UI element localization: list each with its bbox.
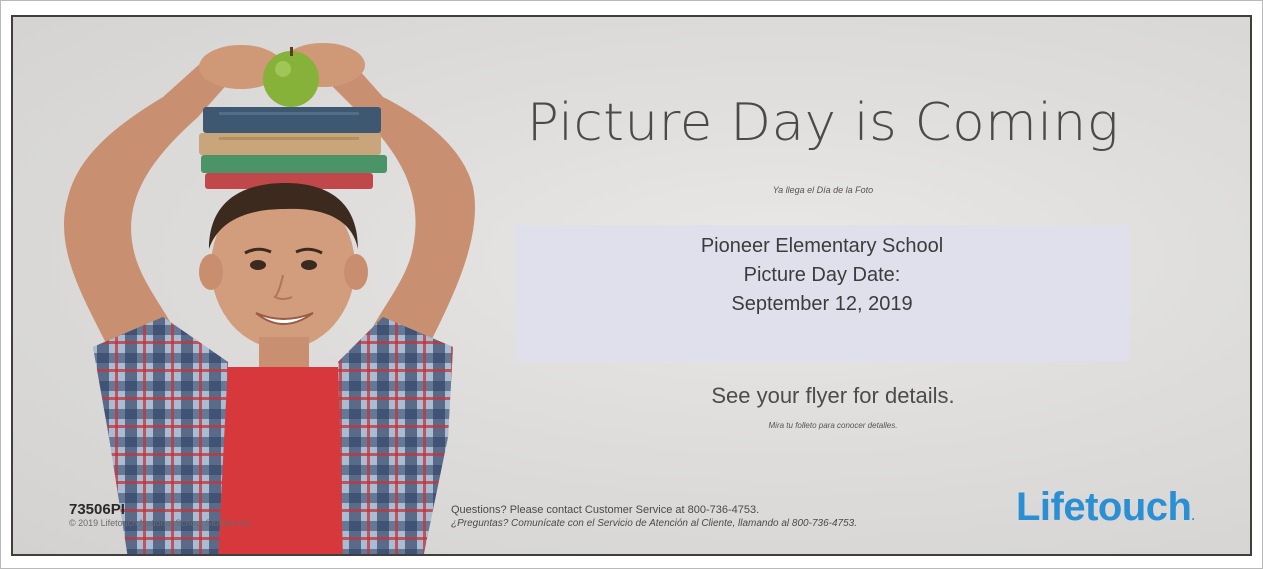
picture-day-info-box: Pioneer Elementary School Picture Day Da…	[515, 225, 1129, 361]
boy-with-books-and-apple-photo	[63, 43, 475, 554]
poster-headline: Picture Day is Coming	[526, 93, 1120, 153]
customer-service-english: Questions? Please contact Customer Servi…	[451, 504, 760, 516]
school-name: Pioneer Elementary School	[700, 235, 944, 257]
customer-service-info: Questions? Please contact Customer Servi…	[451, 503, 971, 531]
poster-code: 73506PI	[69, 501, 125, 518]
picture-day-poster: Picture Day is Coming Ya llega el Día de…	[11, 15, 1252, 556]
picture-day-date: September 12, 2019	[731, 293, 913, 315]
screenshot-frame: Picture Day is Coming Ya llega el Día de…	[0, 0, 1263, 569]
lifetouch-logo-dot: .	[1191, 509, 1195, 523]
copyright-notice: © 2019 Lifetouch National School Studios…	[69, 518, 253, 528]
lifetouch-logo: Lifetouch.	[1016, 485, 1195, 530]
details-text: See your flyer for details.	[711, 383, 955, 408]
lifetouch-logo-text: Lifetouch	[1016, 485, 1192, 529]
picture-day-date-label: Picture Day Date:	[743, 264, 901, 286]
customer-service-spanish: ¿Preguntas? Comunícate con el Servicio d…	[451, 518, 857, 529]
details-text-spanish: Mira tu folleto para conocer detalles.	[768, 421, 898, 430]
poster-headline-spanish: Ya llega el Día de la Foto	[772, 185, 874, 195]
